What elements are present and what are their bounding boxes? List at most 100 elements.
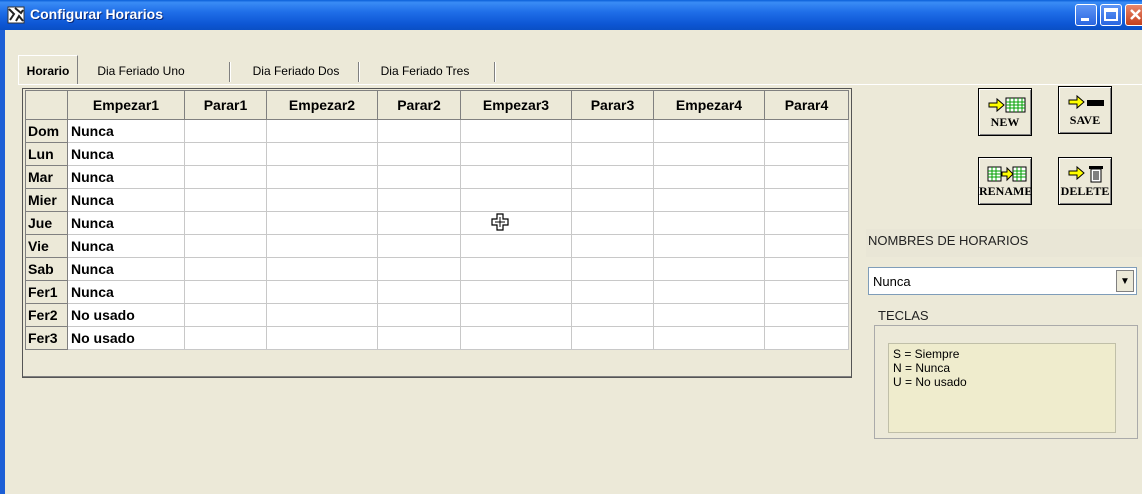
- grid-cell[interactable]: [266, 211, 378, 235]
- grid-cell[interactable]: [653, 257, 765, 281]
- grid-cell[interactable]: [460, 303, 572, 327]
- grid-cell[interactable]: [377, 119, 461, 143]
- grid-cell[interactable]: [653, 326, 765, 350]
- schedule-grid[interactable]: Empezar1 Parar1 Empezar2 Parar2 Empezar3…: [25, 90, 849, 350]
- grid-cell[interactable]: [266, 234, 378, 258]
- tab-horario[interactable]: Horario: [18, 55, 78, 84]
- schedule-names-select[interactable]: Nunca ▼: [868, 267, 1137, 295]
- grid-cell[interactable]: [571, 303, 654, 327]
- grid-cell[interactable]: [571, 234, 654, 258]
- row-header-day[interactable]: Jue: [25, 211, 68, 235]
- row-header-day[interactable]: Fer3: [25, 326, 68, 350]
- grid-cell[interactable]: [460, 119, 572, 143]
- grid-cell[interactable]: [460, 280, 572, 304]
- grid-cell[interactable]: [653, 303, 765, 327]
- grid-cell-empezar1[interactable]: Nunca: [67, 280, 185, 304]
- grid-cell[interactable]: [377, 165, 461, 189]
- grid-cell[interactable]: [377, 303, 461, 327]
- col-header-empezar3[interactable]: Empezar3: [460, 90, 572, 120]
- grid-cell[interactable]: [571, 257, 654, 281]
- grid-cell[interactable]: [764, 326, 849, 350]
- grid-cell[interactable]: [653, 280, 765, 304]
- grid-cell[interactable]: [764, 280, 849, 304]
- new-button[interactable]: NEW: [978, 88, 1032, 136]
- save-button[interactable]: SAVE: [1058, 86, 1112, 134]
- grid-cell[interactable]: [184, 303, 267, 327]
- grid-cell[interactable]: [571, 280, 654, 304]
- grid-cell-empezar1[interactable]: Nunca: [67, 234, 185, 258]
- row-header-day[interactable]: Fer2: [25, 303, 68, 327]
- grid-cell[interactable]: [764, 165, 849, 189]
- row-header-day[interactable]: Mar: [25, 165, 68, 189]
- grid-cell[interactable]: [764, 142, 849, 166]
- grid-cell[interactable]: [377, 211, 461, 235]
- tab-dia-feriado-tres[interactable]: Dia Feriado Tres: [361, 58, 489, 84]
- grid-cell[interactable]: [460, 165, 572, 189]
- grid-cell[interactable]: [571, 142, 654, 166]
- grid-cell[interactable]: [266, 119, 378, 143]
- tab-dia-feriado-dos[interactable]: Dia Feriado Dos: [232, 58, 360, 84]
- rename-button[interactable]: RENAME: [978, 157, 1032, 205]
- grid-cell[interactable]: [460, 142, 572, 166]
- grid-cell-empezar1[interactable]: No usado: [67, 326, 185, 350]
- grid-cell[interactable]: [184, 165, 267, 189]
- grid-cell[interactable]: [764, 119, 849, 143]
- grid-cell[interactable]: [764, 303, 849, 327]
- grid-cell[interactable]: [377, 142, 461, 166]
- grid-cell[interactable]: [653, 188, 765, 212]
- grid-cell[interactable]: [184, 142, 267, 166]
- grid-cell[interactable]: [184, 211, 267, 235]
- grid-cell[interactable]: [571, 165, 654, 189]
- grid-cell[interactable]: [653, 119, 765, 143]
- col-header-parar3[interactable]: Parar3: [571, 90, 654, 120]
- grid-cell[interactable]: [377, 257, 461, 281]
- grid-cell-empezar1[interactable]: Nunca: [67, 257, 185, 281]
- grid-cell[interactable]: [653, 142, 765, 166]
- grid-cell[interactable]: [184, 188, 267, 212]
- grid-cell[interactable]: [764, 257, 849, 281]
- grid-cell[interactable]: [184, 234, 267, 258]
- row-header-day[interactable]: Mier: [25, 188, 68, 212]
- grid-cell-empezar1[interactable]: Nunca: [67, 142, 185, 166]
- col-header-parar1[interactable]: Parar1: [184, 90, 267, 120]
- grid-cell-empezar1[interactable]: Nunca: [67, 211, 185, 235]
- grid-cell[interactable]: [460, 234, 572, 258]
- title-bar[interactable]: Configurar Horarios: [0, 0, 1142, 30]
- col-header-empezar2[interactable]: Empezar2: [266, 90, 378, 120]
- grid-cell[interactable]: [764, 211, 849, 235]
- grid-cell[interactable]: [653, 211, 765, 235]
- grid-cell[interactable]: [571, 211, 654, 235]
- grid-cell[interactable]: [460, 257, 572, 281]
- grid-cell[interactable]: [460, 188, 572, 212]
- grid-cell[interactable]: [266, 303, 378, 327]
- col-header-parar4[interactable]: Parar4: [764, 90, 849, 120]
- grid-cell[interactable]: [460, 326, 572, 350]
- row-header-day[interactable]: Dom: [25, 119, 68, 143]
- grid-cell[interactable]: [184, 257, 267, 281]
- grid-cell[interactable]: [266, 165, 378, 189]
- grid-cell[interactable]: [571, 119, 654, 143]
- grid-cell[interactable]: [460, 211, 572, 235]
- grid-cell[interactable]: [184, 280, 267, 304]
- grid-cell[interactable]: [377, 234, 461, 258]
- grid-cell[interactable]: [266, 142, 378, 166]
- col-header-empezar4[interactable]: Empezar4: [653, 90, 765, 120]
- grid-cell[interactable]: [653, 165, 765, 189]
- grid-cell[interactable]: [266, 257, 378, 281]
- grid-cell-empezar1[interactable]: Nunca: [67, 119, 185, 143]
- maximize-button[interactable]: [1100, 4, 1122, 26]
- grid-cell[interactable]: [764, 234, 849, 258]
- row-header-day[interactable]: Fer1: [25, 280, 68, 304]
- minimize-button[interactable]: [1075, 4, 1097, 26]
- grid-cell[interactable]: [377, 188, 461, 212]
- grid-cell[interactable]: [377, 280, 461, 304]
- grid-cell-empezar1[interactable]: Nunca: [67, 165, 185, 189]
- col-header-empezar1[interactable]: Empezar1: [67, 90, 185, 120]
- grid-cell[interactable]: [184, 119, 267, 143]
- grid-cell-empezar1[interactable]: Nunca: [67, 188, 185, 212]
- chevron-down-icon[interactable]: ▼: [1116, 270, 1134, 292]
- grid-cell[interactable]: [571, 326, 654, 350]
- grid-cell[interactable]: [571, 188, 654, 212]
- grid-cell[interactable]: [653, 234, 765, 258]
- grid-cell[interactable]: [266, 326, 378, 350]
